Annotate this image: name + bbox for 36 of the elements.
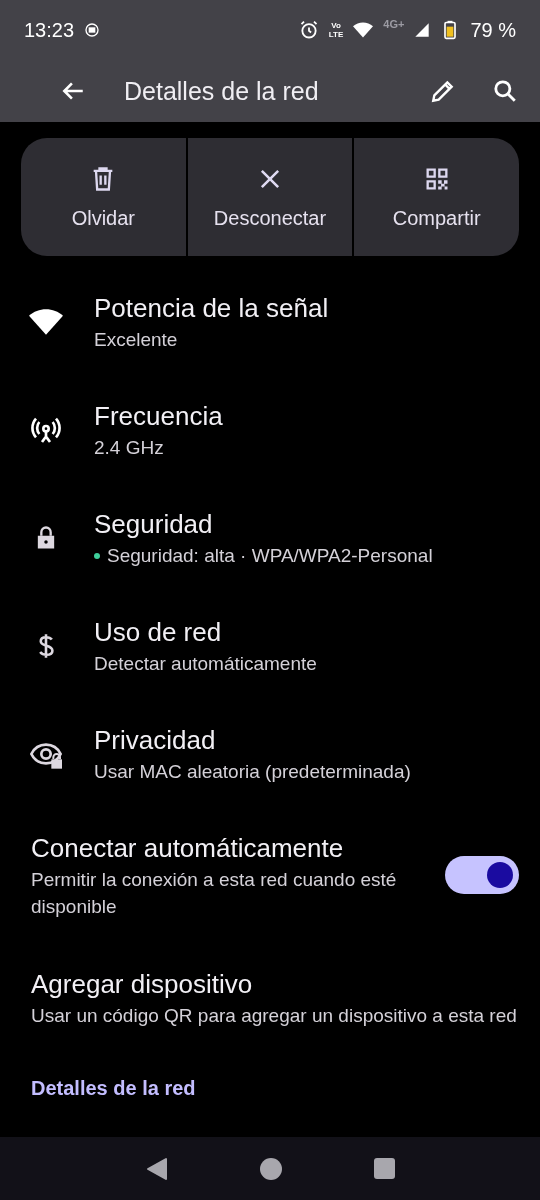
wifi-signal-icon [353,20,374,40]
action-button[interactable]: Olvidar [21,138,186,256]
detail-title: Frecuencia [94,400,224,433]
detail-subtitle: Detectar automáticamente [94,652,318,676]
action-button[interactable]: Compartir [354,138,519,256]
detail-title: Potencia de la señal [94,292,330,325]
alarm-icon [298,20,319,40]
clock-time: 13:23 [24,18,75,42]
network-type: 4G+ [383,18,405,30]
battery-percent: 79 % [470,18,516,42]
nav-recents-button[interactable] [373,1158,395,1179]
status-dot-icon [94,553,100,559]
nav-back-button[interactable] [145,1156,168,1181]
notification-icon [84,22,101,38]
section-header: Detalles de la red [31,1077,197,1099]
nav-home-button[interactable] [258,1156,283,1181]
setting-title: Conectar automáticamente [31,832,345,865]
setting-subtitle: Usar un código QR para agregar un dispositivo a esta red [31,1004,518,1028]
volte-indicator: Vo LTE [328,21,344,39]
detail-subtitle: 2.4 GHz [94,436,165,460]
cell-signal-icon [414,22,431,38]
edit-button[interactable] [430,78,456,104]
setting-title: Agregar dispositivo [31,968,254,1001]
detail-title: Uso de red [94,616,223,649]
setting-subtitle: Permitir la conexión a esta red cuando esté disponible [31,868,398,919]
detail-title: Seguridad [94,508,214,541]
search-button[interactable] [492,78,518,104]
toggle-switch[interactable] [445,856,519,894]
page-title: Detalles de la red [124,76,320,106]
detail-subtitle: Excelente [94,328,179,352]
detail-subtitle: Seguridad: alta · WPA/WPA2-Personal [107,544,433,568]
detail-subtitle: Usar MAC aleatoria (predeterminada) [94,760,412,784]
action-button[interactable]: Desconectar [187,138,353,256]
pencil-icon [430,78,456,104]
detail-title: Privacidad [94,724,217,757]
search-icon [492,78,518,104]
